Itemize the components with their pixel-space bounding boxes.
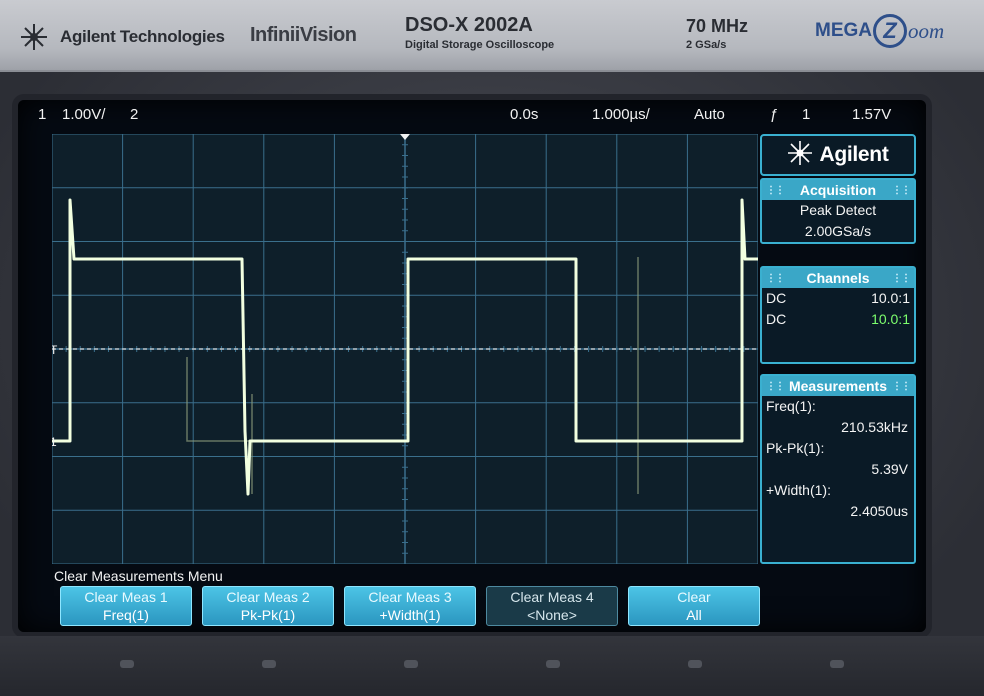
- trigger-edge-icon: ƒ: [770, 106, 779, 123]
- trigger-position-marker: [400, 134, 410, 140]
- measurements-section[interactable]: ⋮⋮ Measurements ⋮⋮ Freq(1): 210.53kHz Pk…: [760, 374, 916, 564]
- grip-icon: ⋮⋮: [766, 184, 785, 196]
- model-description: Digital Storage Oscilloscope: [405, 39, 555, 51]
- softkey-button[interactable]: [546, 660, 560, 668]
- trigger-source[interactable]: 1: [802, 106, 810, 123]
- ch2-indicator[interactable]: 2: [130, 106, 138, 123]
- softkey-button[interactable]: [688, 660, 702, 668]
- time-scale[interactable]: 1.000µs/: [592, 106, 650, 123]
- menu-title: Clear Measurements Menu: [54, 568, 223, 584]
- grip-icon: ⋮⋮: [891, 272, 911, 284]
- agilent-spark-icon: [787, 140, 813, 171]
- measurements-title: Measurements: [788, 378, 888, 394]
- agilent-spark-icon: [12, 22, 56, 52]
- scope-display: 1 1.00V/ 2 0.0s 1.000µs/ Auto ƒ 1 1.57V …: [18, 100, 926, 632]
- status-bar: 1 1.00V/ 2 0.0s 1.000µs/ Auto ƒ 1 1.57V: [18, 106, 926, 126]
- meas-freq-value: 210.53kHz: [841, 419, 908, 435]
- meas-width-value: 2.4050us: [850, 503, 908, 519]
- channels-title: Channels: [806, 270, 870, 286]
- waveform-graph: T1: [52, 134, 758, 564]
- agilent-brand: Agilent Technologies: [12, 22, 225, 52]
- time-delay[interactable]: 0.0s: [510, 106, 538, 123]
- meas-width-label: +Width(1):: [766, 482, 831, 498]
- acquisition-section[interactable]: ⋮⋮ Acquisition ⋮⋮ Peak Detect 2.00GSa/s: [760, 178, 916, 244]
- grip-icon: ⋮⋮: [766, 272, 785, 284]
- megazoom-logo: MEGA Z oom: [815, 14, 944, 48]
- ch1-indicator[interactable]: 1: [38, 106, 46, 123]
- trigger-level-marker: T: [52, 343, 58, 357]
- ch1-scale[interactable]: 1.00V/: [62, 106, 105, 123]
- sample-rate-spec: 2 GSa/s: [686, 39, 727, 51]
- waveform-area[interactable]: T1: [52, 134, 758, 564]
- model-number: DSO-X 2002A: [405, 14, 533, 36]
- model-block: DSO-X 2002A Digital Storage Oscilloscope: [405, 14, 554, 51]
- ground-marker: 1: [52, 435, 57, 449]
- softkey-clear-meas-2[interactable]: Clear Meas 2 Pk-Pk(1): [202, 586, 334, 626]
- bandwidth: 70 MHz: [686, 16, 749, 36]
- softkey-clear-meas-4[interactable]: Clear Meas 4 <None>: [486, 586, 618, 626]
- acquisition-mode: Peak Detect: [799, 202, 877, 218]
- panel-logo-text: Agilent: [819, 143, 889, 166]
- softkey-button[interactable]: [404, 660, 418, 668]
- meas-pkpk-label: Pk-Pk(1):: [766, 440, 825, 456]
- grip-icon: ⋮⋮: [891, 184, 911, 196]
- panel-logo: Agilent: [760, 134, 916, 176]
- softkey-button[interactable]: [120, 660, 134, 668]
- softkey-clear-meas-3[interactable]: Clear Meas 3 +Width(1): [344, 586, 476, 626]
- softkey-bar: Clear Meas 1 Freq(1) Clear Meas 2 Pk-Pk(…: [60, 586, 920, 630]
- channels-section[interactable]: ⋮⋮ Channels ⋮⋮ DC 10.0:1 DC 10.0:1: [760, 266, 916, 364]
- softkey-button[interactable]: [830, 660, 844, 668]
- trigger-level[interactable]: 1.57V: [852, 106, 891, 123]
- channel-row: DC 10.0:1: [766, 290, 910, 306]
- channel-row: DC 10.0:1: [766, 311, 910, 327]
- trigger-mode[interactable]: Auto: [694, 106, 725, 123]
- softkey-button[interactable]: [262, 660, 276, 668]
- softkey-clear-meas-1[interactable]: Clear Meas 1 Freq(1): [60, 586, 192, 626]
- grip-icon: ⋮⋮: [766, 380, 785, 392]
- grip-icon: ⋮⋮: [891, 380, 911, 392]
- acquisition-title: Acquisition: [799, 182, 877, 198]
- info-panel: Agilent ⋮⋮ Acquisition ⋮⋮ Peak Detect 2.…: [760, 134, 918, 564]
- brand-name: Agilent Technologies: [60, 27, 225, 46]
- softkey-clear-all[interactable]: Clear All: [628, 586, 760, 626]
- bandwidth-block: 70 MHz 2 GSa/s: [686, 16, 748, 51]
- meas-freq-label: Freq(1):: [766, 398, 816, 414]
- series-name: InfiniiVision: [250, 24, 357, 46]
- acquisition-rate: 2.00GSa/s: [804, 223, 872, 239]
- ghost-trace: [186, 257, 639, 494]
- meas-pkpk-value: 5.39V: [871, 461, 908, 477]
- instrument-header: Agilent Technologies InfiniiVision DSO-X…: [0, 0, 984, 72]
